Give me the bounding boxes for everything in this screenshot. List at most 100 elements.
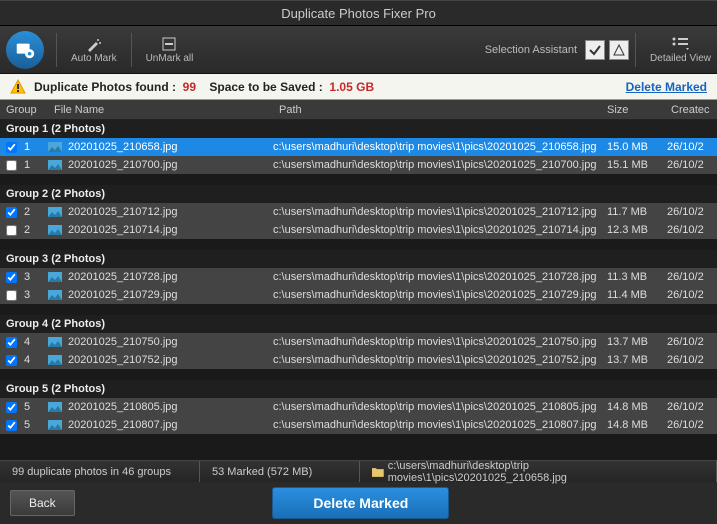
row-size: 14.8 MB (607, 401, 667, 413)
row-filename: 20201025_210729.jpg (68, 289, 273, 301)
group-gap (0, 174, 717, 185)
space-value: 1.05 GB (329, 80, 374, 94)
row-path: c:\users\madhuri\desktop\trip movies\1\p… (273, 141, 607, 153)
table-row[interactable]: 3 20201025_210728.jpgc:\users\madhuri\des… (0, 268, 717, 286)
thumbnail-icon (48, 225, 68, 235)
app-title: Duplicate Photos Fixer Pro (281, 6, 436, 21)
row-group-num: 4 (22, 354, 48, 366)
table-row[interactable]: 5 20201025_210807.jpgc:\users\madhuri\des… (0, 416, 717, 434)
row-path: c:\users\madhuri\desktop\trip movies\1\p… (273, 289, 607, 301)
group-header[interactable]: Group 3 (2 Photos) (0, 250, 717, 268)
row-group-num: 3 (22, 289, 48, 301)
row-size: 11.3 MB (607, 271, 667, 283)
row-filename: 20201025_210700.jpg (68, 159, 273, 171)
selection-assist-button-2[interactable] (609, 40, 629, 60)
row-checkbox[interactable] (6, 420, 17, 431)
group-header[interactable]: Group 5 (2 Photos) (0, 380, 717, 398)
col-created[interactable]: Createc (667, 104, 717, 116)
group-gap (0, 434, 717, 445)
thumbnail-icon (48, 272, 68, 282)
row-size: 11.4 MB (607, 289, 667, 301)
col-group[interactable]: Group (0, 104, 48, 116)
row-size: 15.0 MB (607, 141, 667, 153)
table-row[interactable]: 120201025_210700.jpgc:\users\madhuri\des… (0, 156, 717, 174)
selection-assistant-label: Selection Assistant (485, 44, 577, 56)
row-filename: 20201025_210752.jpg (68, 354, 273, 366)
row-date: 26/10/2 (667, 271, 717, 283)
folder-icon (372, 467, 384, 477)
magic-wand-icon (86, 35, 102, 53)
info-bar: Duplicate Photos found : 99 Space to be … (0, 74, 717, 100)
table-row[interactable]: 220201025_210712.jpgc:\users\madhuri\des… (0, 203, 717, 221)
toolbar: Auto Mark UnMark all Selection Assistant… (0, 26, 717, 74)
row-checkbox[interactable] (6, 290, 17, 301)
row-path: c:\users\madhuri\desktop\trip movies\1\p… (273, 271, 607, 283)
title-bar: Duplicate Photos Fixer Pro (0, 0, 717, 26)
row-checkbox[interactable] (6, 337, 17, 348)
table-row[interactable]: 4 20201025_210752.jpgc:\users\madhuri\des… (0, 351, 717, 369)
thumbnail-icon (48, 337, 68, 347)
row-size: 11.7 MB (607, 206, 667, 218)
results-list[interactable]: Group 1 (2 Photos)120201025_210658.jpgc:… (0, 120, 717, 460)
col-filename[interactable]: File Name (48, 104, 273, 116)
row-date: 26/10/2 (667, 419, 717, 431)
row-size: 15.1 MB (607, 159, 667, 171)
status-marked: 53 Marked (572 MB) (200, 461, 360, 482)
row-checkbox[interactable] (6, 272, 17, 283)
dup-found-label: Duplicate Photos found : (34, 80, 176, 94)
table-row[interactable]: 5 20201025_210805.jpgc:\users\madhuri\des… (0, 398, 717, 416)
separator (635, 33, 636, 67)
dup-count: 99 (183, 80, 196, 94)
row-filename: 20201025_210728.jpg (68, 271, 273, 283)
col-path[interactable]: Path (273, 104, 607, 116)
table-row[interactable]: 3 20201025_210729.jpgc:\users\madhuri\des… (0, 286, 717, 304)
col-size[interactable]: Size (607, 104, 667, 116)
row-checkbox[interactable] (6, 402, 17, 413)
row-checkbox[interactable] (6, 142, 17, 153)
group-header[interactable]: Group 2 (2 Photos) (0, 185, 717, 203)
row-group-num: 5 (22, 401, 48, 413)
auto-mark-button[interactable]: Auto Mark (61, 31, 127, 68)
row-checkbox[interactable] (6, 225, 17, 236)
row-group-num: 1 (22, 141, 48, 153)
back-button[interactable]: Back (10, 490, 75, 516)
unmark-icon (161, 35, 177, 53)
separator (56, 33, 57, 67)
row-group-num: 5 (22, 419, 48, 431)
row-group-num: 4 (22, 336, 48, 348)
row-checkbox[interactable] (6, 207, 17, 218)
row-date: 26/10/2 (667, 159, 717, 171)
row-path: c:\users\madhuri\desktop\trip movies\1\p… (273, 354, 607, 366)
row-path: c:\users\madhuri\desktop\trip movies\1\p… (273, 419, 607, 431)
row-date: 26/10/2 (667, 289, 717, 301)
status-path: c:\users\madhuri\desktop\trip movies\1\p… (360, 461, 717, 482)
thumbnail-icon (48, 355, 68, 365)
row-date: 26/10/2 (667, 141, 717, 153)
table-row[interactable]: 420201025_210750.jpgc:\users\madhuri\des… (0, 333, 717, 351)
group-header[interactable]: Group 1 (2 Photos) (0, 120, 717, 138)
thumbnail-icon (48, 290, 68, 300)
row-filename: 20201025_210712.jpg (68, 206, 273, 218)
detailed-view-toggle[interactable]: Detailed View (650, 36, 711, 64)
delete-marked-button[interactable]: Delete Marked (272, 487, 449, 519)
row-filename: 20201025_210807.jpg (68, 419, 273, 431)
unmark-all-button[interactable]: UnMark all (136, 31, 204, 68)
table-row[interactable]: 120201025_210658.jpgc:\users\madhuri\des… (0, 138, 717, 156)
list-icon (671, 36, 691, 53)
row-path: c:\users\madhuri\desktop\trip movies\1\p… (273, 401, 607, 413)
row-group-num: 2 (22, 224, 48, 236)
selection-assist-button-1[interactable] (585, 40, 605, 60)
thumbnail-icon (48, 420, 68, 430)
row-checkbox[interactable] (6, 355, 17, 366)
status-summary: 99 duplicate photos in 46 groups (0, 461, 200, 482)
row-group-num: 3 (22, 271, 48, 283)
status-bar: 99 duplicate photos in 46 groups 53 Mark… (0, 460, 717, 482)
row-filename: 20201025_210805.jpg (68, 401, 273, 413)
space-label: Space to be Saved : (209, 80, 322, 94)
table-row[interactable]: 220201025_210714.jpgc:\users\madhuri\des… (0, 221, 717, 239)
group-header[interactable]: Group 4 (2 Photos) (0, 315, 717, 333)
row-size: 13.7 MB (607, 354, 667, 366)
row-path: c:\users\madhuri\desktop\trip movies\1\p… (273, 224, 607, 236)
row-checkbox[interactable] (6, 160, 17, 171)
delete-marked-link[interactable]: Delete Marked (626, 80, 707, 94)
